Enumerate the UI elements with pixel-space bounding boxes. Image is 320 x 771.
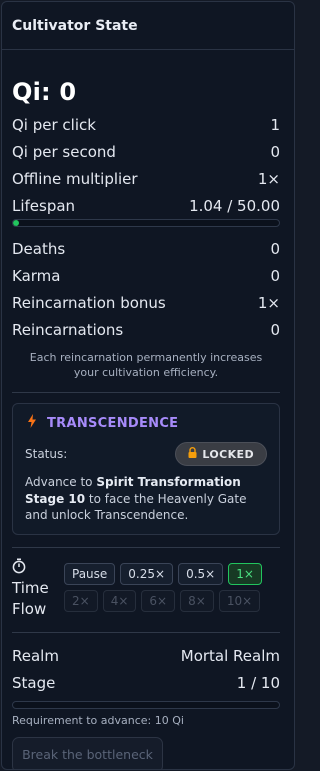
stat-row-qi-per-second: Qi per second 0	[12, 138, 280, 165]
stat-row-reincarnation-bonus: Reincarnation bonus 1×	[12, 289, 280, 316]
status-badge-text: LOCKED	[202, 447, 254, 461]
pause-button[interactable]: Pause	[64, 562, 116, 585]
stat-value: 0	[270, 266, 280, 285]
speed-button-0-25x[interactable]: 0.25×	[120, 562, 174, 585]
break-bottleneck-button[interactable]: Break the bottleneck	[12, 736, 163, 769]
stage-label: Stage	[12, 674, 56, 692]
speed-button-10x: 10×	[218, 589, 261, 612]
realm-value: Mortal Realm	[180, 647, 280, 665]
time-flow-label-line1: Time	[12, 578, 49, 597]
stat-row-deaths: Deaths 0	[12, 235, 280, 262]
stat-label: Karma	[12, 266, 61, 285]
stat-value: 0	[270, 320, 280, 339]
stat-label: Qi per click	[12, 115, 96, 134]
qi-total: Qi: 0	[12, 78, 77, 106]
stat-value: 0	[270, 239, 280, 258]
stage-value: 1 / 10	[236, 674, 280, 692]
speed-buttons: Pause 0.25× 0.5× 1× 2× 4× 6× 8× 10×	[64, 562, 264, 612]
stat-value: 1	[270, 115, 280, 134]
speed-button-1x[interactable]: 1×	[228, 562, 262, 585]
stopwatch-icon	[12, 558, 64, 578]
stat-value: 1×	[257, 169, 280, 188]
transcendence-title: TRANSCENDENCE	[47, 415, 179, 431]
lifespan-progress-fill	[13, 220, 19, 226]
stats-list-secondary: Deaths 0 Karma 0 Reincarnation bonus 1× …	[12, 235, 280, 343]
speed-button-8x: 8×	[180, 589, 214, 612]
transcendence-header: TRANSCENDENCE	[25, 412, 267, 434]
lightning-bolt-icon	[25, 414, 39, 432]
speed-button-2x: 2×	[64, 589, 98, 612]
time-flow-label-line2: Flow	[12, 599, 47, 618]
cultivator-state-panel: Cultivator State Qi: 0 Qi per click 1 Qi…	[1, 1, 295, 770]
time-flow-label: Time Flow	[12, 558, 64, 620]
divider	[12, 392, 280, 393]
stat-row-reincarnations: Reincarnations 0	[12, 316, 280, 343]
status-label: Status:	[25, 447, 68, 461]
stat-row-offline-multiplier: Offline multiplier 1×	[12, 165, 280, 192]
advance-requirement: Requirement to advance: 10 Qi	[12, 713, 184, 727]
lock-icon	[188, 447, 197, 461]
stat-value: 1×	[257, 293, 280, 312]
transcendence-card: TRANSCENDENCE Status: LOCKED Advance to …	[12, 403, 280, 535]
divider	[12, 631, 280, 633]
advance-text-prefix: Advance to	[25, 475, 97, 489]
stat-label: Lifespan	[12, 196, 76, 215]
stat-label: Qi per second	[12, 142, 116, 161]
transcendence-requirement: Advance to Spirit Transformation Stage 1…	[25, 474, 267, 524]
lifespan-progress-bar	[12, 219, 280, 227]
stat-label: Reincarnations	[12, 320, 124, 339]
realm-row: Realm Mortal Realm	[12, 643, 280, 670]
speed-button-4x: 4×	[102, 589, 137, 612]
reincarnation-note: Each reincarnation permanently increases…	[29, 351, 263, 379]
stage-progress-bar	[12, 700, 280, 709]
speed-button-0-5x[interactable]: 0.5×	[178, 562, 224, 585]
transcendence-status: Status: LOCKED	[25, 442, 267, 466]
time-flow-section: Time Flow Pause 0.25× 0.5× 1× 2× 4× 6× 8…	[12, 558, 280, 620]
realm-label: Realm	[12, 647, 59, 665]
stat-value: 0	[270, 142, 280, 161]
speed-button-6x: 6×	[141, 589, 176, 612]
stat-row-qi-per-click: Qi per click 1	[12, 111, 280, 138]
stat-label: Deaths	[12, 239, 66, 258]
stat-value: 1.04 / 50.00	[189, 196, 280, 215]
stat-label: Offline multiplier	[12, 169, 138, 188]
divider	[12, 546, 280, 548]
stat-row-lifespan: Lifespan 1.04 / 50.00	[12, 192, 280, 219]
stat-row-karma: Karma 0	[12, 262, 280, 289]
stat-label: Reincarnation bonus	[12, 293, 166, 312]
status-badge: LOCKED	[175, 442, 267, 466]
stage-row: Stage 1 / 10	[12, 670, 280, 697]
stats-list-primary: Qi per click 1 Qi per second 0 Offline m…	[12, 111, 280, 219]
panel-title: Cultivator State	[2, 2, 294, 50]
